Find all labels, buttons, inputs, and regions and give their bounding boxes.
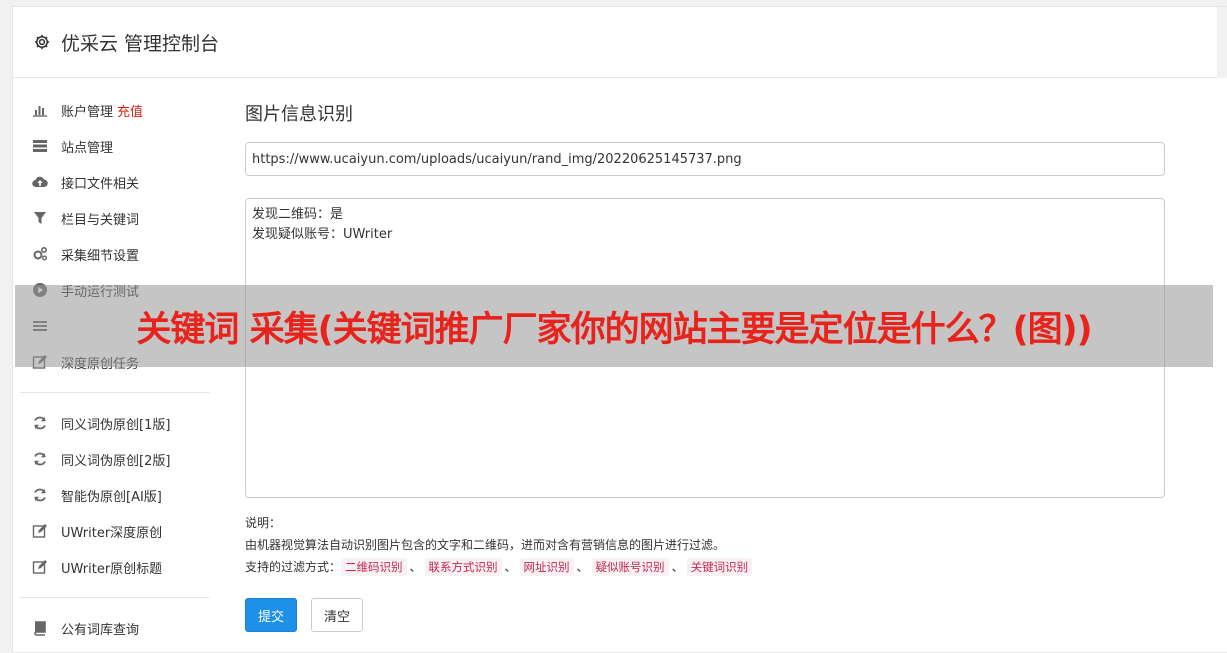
sidebar-item-label: 接口文件相关 [61, 176, 140, 192]
filter-icon [32, 210, 48, 226]
sidebar-item-uwriter-title[interactable]: UWriter原创标题 [20, 549, 210, 585]
sidebar-item-sites[interactable]: 站点管理 [20, 128, 210, 164]
button-row: 提交 清空 [245, 598, 1165, 632]
filter-tag-keyword: 关键词识别 [686, 558, 753, 576]
sidebar-item-label: 站点管理 [61, 140, 114, 156]
sidebar-item-label: 同义词伪原创[1版] [61, 417, 171, 433]
filter-tag-qrcode: 二维码识别 [341, 558, 407, 576]
sidebar-divider [20, 597, 210, 598]
sidebar-divider [20, 392, 210, 393]
scrollbar[interactable] [1217, 7, 1227, 78]
sidebar-item-uwriter-deep[interactable]: UWriter深度原创 [20, 513, 210, 549]
book-icon [32, 620, 48, 636]
filter-separator: 、 [409, 560, 422, 574]
sidebar: 账户管理 充值 站点管理 接口文件相关 栏目与关键词 采集细节设置 手动运行测试 [20, 92, 210, 646]
refresh-icon [32, 415, 48, 431]
filter-methods: 支持的过滤方式： 二维码识别、联系方式识别、网址识别、疑似账号识别、关键词识别 [245, 556, 1165, 578]
gears-icon [32, 246, 48, 262]
page-header: 优采云 管理控制台 [13, 7, 1227, 78]
sidebar-item-interface-files[interactable]: 接口文件相关 [20, 164, 210, 200]
filter-tag-url: 网址识别 [519, 558, 574, 576]
refresh-icon [32, 451, 48, 467]
filter-methods-label: 支持的过滤方式： [245, 560, 342, 574]
description-text: 由机器视觉算法自动识别图片包含的文字和二维码，进而对含有营销信息的图片进行过滤。 [245, 538, 726, 552]
sidebar-item-account[interactable]: 账户管理 充值 [20, 92, 210, 128]
submit-button[interactable]: 提交 [245, 598, 298, 632]
sidebar-item-label: 公有词库查询 [61, 622, 140, 638]
filter-separator: 、 [576, 560, 589, 574]
sidebar-item-columns-keywords[interactable]: 栏目与关键词 [20, 200, 210, 236]
server-icon [32, 138, 48, 154]
sidebar-item-label: 采集细节设置 [61, 248, 140, 264]
edit-icon [32, 559, 48, 575]
description: 说明： 由机器视觉算法自动识别图片包含的文字和二维码，进而对含有营销信息的图片进… [245, 512, 1165, 578]
filter-tag-account: 疑似账号识别 [591, 558, 669, 576]
gear-icon [33, 33, 51, 51]
sidebar-item-label: UWriter深度原创 [61, 525, 163, 541]
filter-separator: 、 [504, 560, 517, 574]
clear-button[interactable]: 清空 [311, 598, 364, 632]
overlay-banner: 关键词 采集(关键词推广厂家你的网站主要是定位是什么？(图)) [15, 285, 1213, 367]
overlay-banner-text: 关键词 采集(关键词推广厂家你的网站主要是定位是什么？(图)) [136, 309, 1092, 350]
sidebar-item-public-dictionary[interactable]: 公有词库查询 [20, 610, 210, 646]
sidebar-item-synonym-v2[interactable]: 同义词伪原创[2版] [20, 441, 210, 477]
sidebar-item-label: 账户管理 [61, 104, 114, 120]
filter-separator: 、 [671, 560, 684, 574]
sidebar-item-synonym-v1[interactable]: 同义词伪原创[1版] [20, 405, 210, 441]
sidebar-item-label: 智能伪原创[AI版] [61, 489, 162, 505]
filter-tag-contact: 联系方式识别 [424, 558, 502, 576]
sidebar-item-label: UWriter原创标题 [61, 561, 163, 577]
section-title: 图片信息识别 [245, 104, 353, 125]
image-url-input[interactable] [245, 142, 1165, 176]
refresh-icon [32, 487, 48, 503]
bar-chart-icon [32, 102, 48, 118]
sidebar-item-ai-rewrite[interactable]: 智能伪原创[AI版] [20, 477, 210, 513]
sidebar-item-collect-settings[interactable]: 采集细节设置 [20, 236, 210, 272]
sidebar-item-label: 栏目与关键词 [61, 212, 140, 228]
recharge-badge[interactable]: 充值 [117, 101, 143, 120]
page-title: 优采云 管理控制台 [61, 32, 220, 55]
description-label: 说明： [245, 516, 282, 530]
sidebar-item-label: 同义词伪原创[2版] [61, 453, 171, 469]
cloud-upload-icon [32, 174, 48, 190]
edit-icon [32, 523, 48, 539]
